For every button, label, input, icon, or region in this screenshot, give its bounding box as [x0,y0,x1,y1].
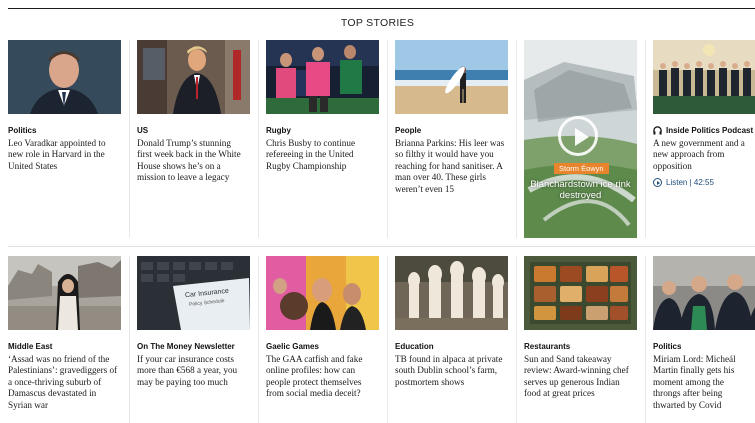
story-headline[interactable]: Sun and Sand takeaway review: Award-winn… [524,354,634,400]
row-divider [8,246,755,247]
story-image-trump[interactable] [137,40,250,114]
story-category: Gaelic Games [266,342,319,351]
story-headline[interactable]: ‘Assad was no friend of the Palestinians… [8,354,118,411]
card-divider [129,40,130,238]
storm-tag: Storm Éowyn [554,163,609,174]
stories-row-1: Politics Leo Varadkar appointed to new r… [0,40,755,240]
podcast-image[interactable] [653,40,755,114]
story-category: Middle East [8,342,53,351]
story-card-trump[interactable]: US Donald Trump’s stunning first week ba… [137,40,250,184]
story-category: Education [395,342,434,351]
story-category: Politics [653,342,682,351]
card-divider [645,256,646,423]
card-divider [387,256,388,423]
story-headline[interactable]: Leo Varadkar appointed to new role in Ha… [8,138,118,172]
card-divider [645,40,646,238]
story-category: Restaurants [524,342,571,351]
card-divider [516,256,517,423]
stories-row-2: Middle East ‘Assad was no friend of the … [0,256,755,423]
story-image-gaelic[interactable] [266,256,379,330]
listen-label: Listen | 42:55 [666,178,714,188]
card-divider [258,256,259,423]
podcast-card[interactable]: Inside Politics Podcast A new government… [653,40,755,188]
story-headline[interactable]: TB found in alpaca at private south Dubl… [395,354,505,388]
headphones-icon [653,126,662,135]
podcast-headline[interactable]: A new government and a new approach from… [653,138,753,172]
card-divider [387,40,388,238]
story-image-varadkar[interactable] [8,40,121,114]
story-category: On The Money Newsletter [137,342,235,351]
story-category: Politics [8,126,37,135]
card-divider [129,256,130,423]
story-image-insurance[interactable]: Car Insurance Policy Schedule [137,256,250,330]
story-card-education[interactable]: Education TB found in alpaca at private … [395,256,508,388]
story-headline[interactable]: Donald Trump’s stunning first week back … [137,138,247,184]
story-category: US [137,126,149,135]
story-card-rugby[interactable]: Rugby Chris Busby to continue refereeing… [266,40,379,172]
story-headline[interactable]: If your car insurance costs more than €5… [137,354,247,388]
story-card-varadkar[interactable]: Politics Leo Varadkar appointed to new r… [8,40,121,172]
story-headline[interactable]: Chris Busby to continue refereeing in th… [266,138,376,172]
section-title: TOP STORIES [340,17,415,29]
story-card-gaelic[interactable]: Gaelic Games The GAA catfish and fake on… [266,256,379,400]
story-image-rugby[interactable] [266,40,379,114]
story-image-food[interactable] [524,256,637,330]
story-headline[interactable]: The GAA catfish and fake online profiles… [266,354,376,400]
story-category: People [395,126,422,135]
story-image-alpaca[interactable] [395,256,508,330]
listen-button[interactable]: Listen | 42:55 [653,178,755,188]
story-card-middle-east[interactable]: Middle East ‘Assad was no friend of the … [8,256,121,411]
story-image-martin[interactable] [653,256,755,330]
story-image-beach[interactable] [395,40,508,114]
video-caption: Blanchardstown ice rink destroyed [530,179,631,201]
video-card-storm[interactable]: Storm Éowyn Blanchardstown ice rink dest… [524,40,637,238]
story-headline[interactable]: Miriam Lord: Micheál Martin finally gets… [653,354,753,411]
play-circle-icon [653,178,662,188]
story-category: Rugby [266,126,291,135]
story-image-damascus[interactable] [8,256,121,330]
play-icon[interactable] [558,116,598,156]
card-divider [258,40,259,238]
story-card-politics-lord[interactable]: Politics Miriam Lord: Micheál Martin fin… [653,256,755,411]
story-card-restaurants[interactable]: Restaurants Sun and Sand takeaway review… [524,256,637,400]
podcast-title: Inside Politics Podcast [666,126,754,135]
podcast-label-row: Inside Politics Podcast [653,126,755,135]
top-rule [8,8,755,9]
card-divider [516,40,517,238]
story-headline[interactable]: Brianna Parkins: His leer was so filthy … [395,138,505,195]
story-card-people[interactable]: People Brianna Parkins: His leer was so … [395,40,508,195]
story-card-money[interactable]: Car Insurance Policy Schedule On The Mon… [137,256,250,388]
